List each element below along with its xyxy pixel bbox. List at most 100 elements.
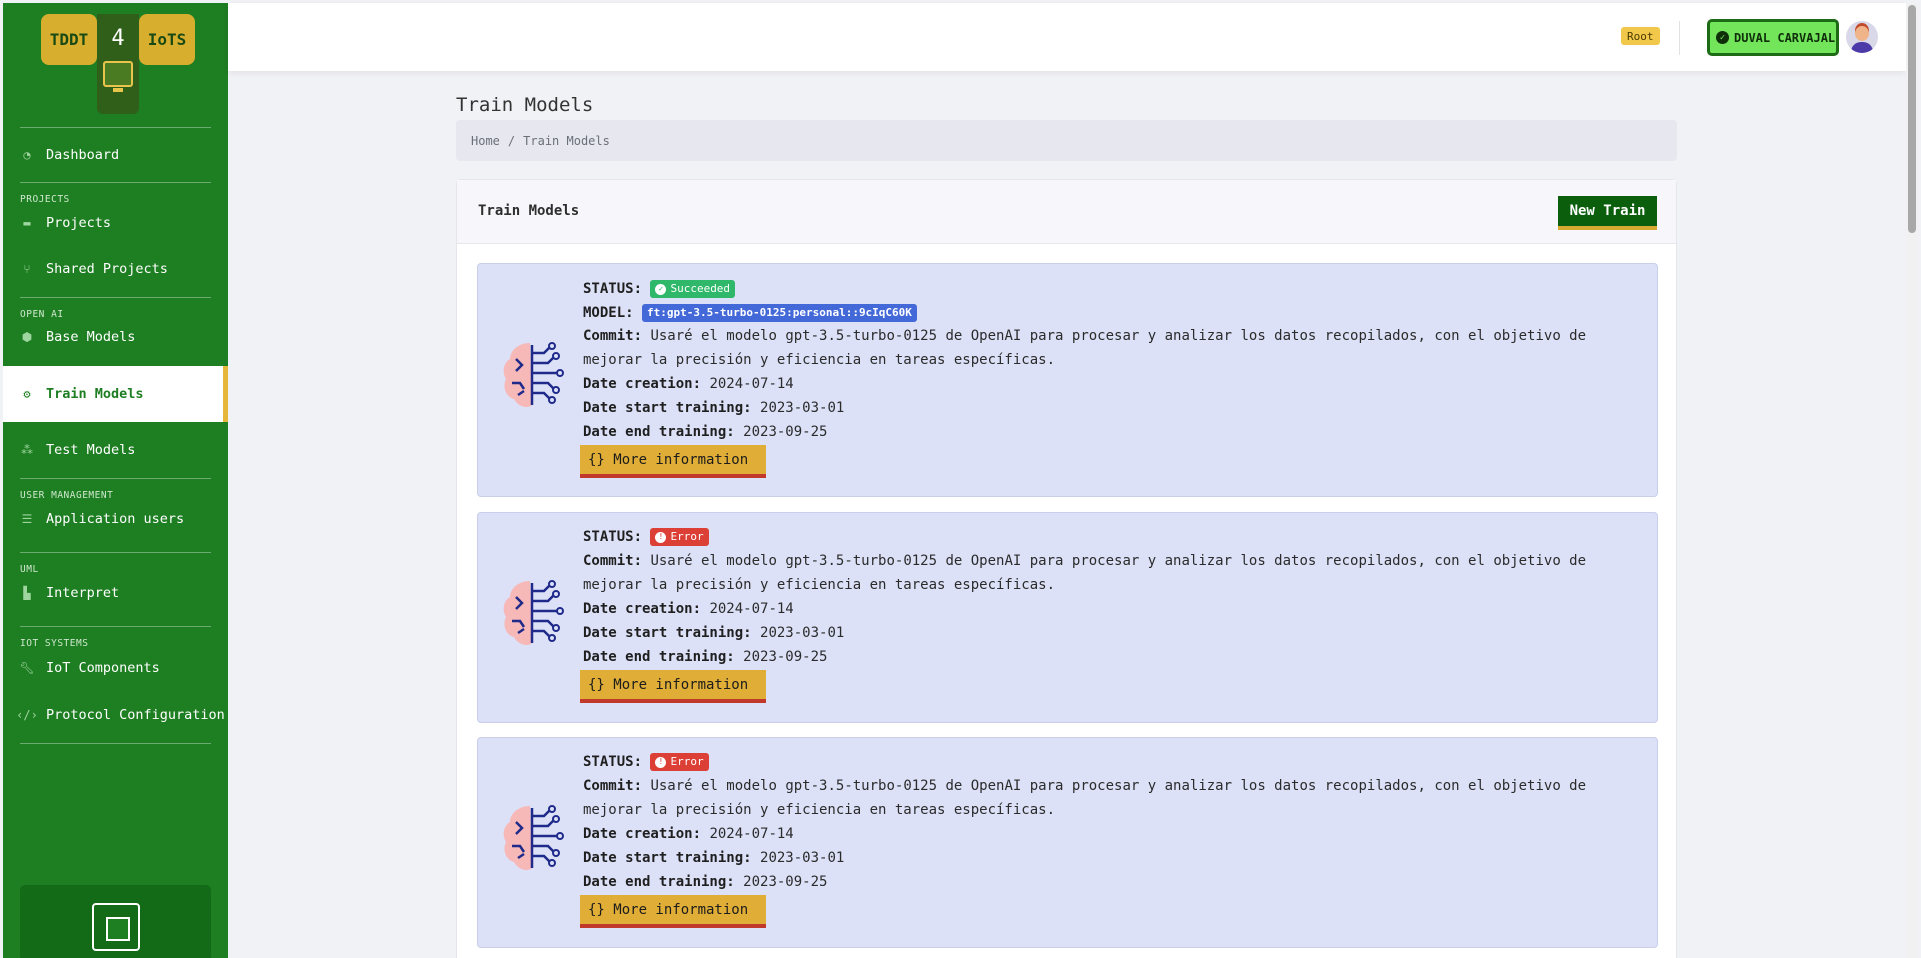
commit-text: Usaré el modelo gpt-3.5-turbo-0125 de Op… — [650, 553, 1587, 569]
more-information-button[interactable]: {} More information — [580, 895, 766, 928]
date-start-label: Date start training: — [583, 625, 752, 641]
diagram-icon: ▙ — [23, 586, 31, 600]
user-menu-button[interactable]: ✓ DUVAL CARVAJAL — [1707, 19, 1839, 56]
commit-text: Usaré el modelo gpt-3.5-turbo-0125 de Op… — [650, 778, 1587, 794]
date-creation-value: 2024-07-14 — [709, 376, 794, 392]
commit-text-continued: mejorar la precisión y eficiencia en tar… — [583, 577, 1056, 593]
sidebar-item-protocol-configuration[interactable]: ‹/› Protocol Configuration — [3, 687, 228, 743]
brand-middle-text: 4 — [111, 26, 125, 51]
date-creation-label: Date creation: — [583, 601, 702, 617]
cube-icon: ⬢ — [21, 330, 33, 344]
brand-logo[interactable]: TDDT 4 IoTS — [3, 3, 228, 127]
sidebar-item-label: Train Models — [46, 386, 144, 402]
code-icon: ‹/› — [16, 708, 38, 722]
more-information-button[interactable]: {} More information — [580, 445, 766, 478]
more-information-button[interactable]: {} More information — [580, 670, 766, 703]
sidebar-item-iot-components[interactable]: 🔧︎ IoT Components — [3, 649, 228, 687]
sidebar-item-train-models[interactable]: ⚙ Train Models — [3, 366, 228, 422]
status-label: STATUS: — [583, 754, 643, 770]
sidebar-item-dashboard[interactable]: ◔ Dashboard — [3, 128, 228, 182]
branch-icon: ⑂ — [23, 262, 31, 276]
breadcrumb-home[interactable]: Home — [471, 134, 500, 148]
section-label-open-ai: OPEN AI — [20, 309, 64, 320]
sidebar-item-interpret[interactable]: ▙ Interpret — [3, 575, 228, 611]
check-circle-icon: ✓ — [1716, 31, 1729, 44]
sidebar-item-label: IoT Components — [46, 660, 160, 676]
date-start-label: Date start training: — [583, 400, 752, 416]
brain-circuit-icon — [503, 805, 564, 870]
topbar: Root ✓ DUVAL CARVAJAL — [228, 3, 1906, 71]
brand-right: IoTS — [139, 14, 195, 65]
date-end-label: Date end training: — [583, 874, 735, 890]
status-row: STATUS: ! Error — [583, 525, 709, 549]
folder-icon: ▬ — [23, 216, 31, 230]
chip-icon — [91, 903, 140, 951]
training-item: STATUS: ✓ Succeeded MODEL: ft:gpt-3.5-tur… — [477, 263, 1658, 497]
dashboard-icon: ◔ — [23, 148, 31, 162]
commit-label: Commit: — [583, 328, 643, 344]
role-badge: Root — [1621, 27, 1660, 45]
status-row: STATUS: ✓ Succeeded — [583, 277, 736, 301]
sidebar-item-application-users[interactable]: ☰ Application users — [3, 501, 228, 537]
avatar[interactable] — [1846, 21, 1878, 53]
monitor-icon — [103, 61, 133, 92]
new-train-button[interactable]: New Train — [1558, 196, 1657, 230]
breadcrumb-separator: / — [507, 133, 516, 148]
commit-row: Commit: Usaré el modelo gpt-3.5-turbo-01… — [583, 549, 1648, 597]
wrench-icon: 🔧︎ — [19, 661, 35, 675]
status-label: STATUS: — [583, 281, 643, 297]
section-label-uml: UML — [20, 564, 39, 575]
cubes-icon: ⁂ — [21, 443, 33, 457]
date-creation-value: 2024-07-14 — [709, 826, 794, 842]
status-text: Error — [670, 755, 704, 768]
sidebar-item-shared-projects[interactable]: ⑂ Shared Projects — [3, 241, 228, 297]
scrollbar-thumb[interactable] — [1908, 5, 1916, 233]
training-item: STATUS: ! Error Commit: Usaré el modelo g… — [477, 737, 1658, 948]
model-label: MODEL: — [583, 305, 634, 321]
divider — [20, 743, 211, 744]
date-end-value: 2023-09-25 — [743, 649, 828, 665]
date-start-row: Date start training: 2023-03-01 — [583, 846, 844, 870]
date-creation-label: Date creation: — [583, 376, 702, 392]
commit-row: Commit: Usaré el modelo gpt-3.5-turbo-01… — [583, 774, 1648, 822]
model-badge: ft:gpt-3.5-turbo-0125:personal::9cIqC60K — [642, 304, 917, 322]
sidebar-item-label: Projects — [46, 215, 112, 231]
sidebar-item-label: Base Models — [46, 329, 136, 345]
brain-circuit-icon — [503, 580, 564, 645]
commit-text-continued: mejorar la precisión y eficiencia en tar… — [583, 352, 1056, 368]
sidebar-item-label: Protocol Configuration — [46, 707, 225, 723]
card-header: Train Models New Train — [457, 180, 1676, 244]
train-models-card: Train Models New Train STATUS: ✓ Succeede… — [456, 179, 1677, 958]
date-end-label: Date end training: — [583, 649, 735, 665]
card-title: Train Models — [478, 203, 580, 219]
brain-circuit-icon — [503, 342, 564, 407]
page-title: Train Models — [456, 94, 594, 116]
section-label-user-management: USER MANAGEMENT — [20, 490, 114, 501]
date-creation-row: Date creation: 2024-07-14 — [583, 822, 794, 846]
sidebar-item-test-models[interactable]: ⁂ Test Models — [3, 422, 228, 478]
sidebar-item-projects[interactable]: ▬ Projects — [3, 205, 228, 241]
date-creation-row: Date creation: 2024-07-14 — [583, 597, 794, 621]
date-start-value: 2023-03-01 — [760, 400, 845, 416]
alert-icon: ! — [655, 531, 667, 543]
status-badge: ! Error — [650, 528, 709, 546]
sidebar-item-base-models[interactable]: ⬢ Base Models — [3, 320, 228, 354]
breadcrumb: Home / Train Models — [456, 120, 1677, 161]
status-text: Error — [670, 530, 704, 543]
date-end-value: 2023-09-25 — [743, 874, 828, 890]
date-creation-value: 2024-07-14 — [709, 601, 794, 617]
date-end-row: Date end training: 2023-09-25 — [583, 870, 827, 894]
commit-row: Commit: Usaré el modelo gpt-3.5-turbo-01… — [583, 324, 1648, 372]
commit-label: Commit: — [583, 778, 643, 794]
date-end-row: Date end training: 2023-09-25 — [583, 645, 827, 669]
commit-text: Usaré el modelo gpt-3.5-turbo-0125 de Op… — [650, 328, 1587, 344]
status-badge: ✓ Succeeded — [650, 280, 736, 298]
section-label-iot-systems: IOT SYSTEMS — [20, 638, 89, 649]
date-start-value: 2023-03-01 — [760, 850, 845, 866]
date-start-row: Date start training: 2023-03-01 — [583, 396, 844, 420]
date-creation-label: Date creation: — [583, 826, 702, 842]
training-item: STATUS: ! Error Commit: Usaré el modelo g… — [477, 512, 1658, 723]
brand-middle: 4 — [97, 14, 139, 114]
date-start-value: 2023-03-01 — [760, 625, 845, 641]
status-badge: ! Error — [650, 753, 709, 771]
